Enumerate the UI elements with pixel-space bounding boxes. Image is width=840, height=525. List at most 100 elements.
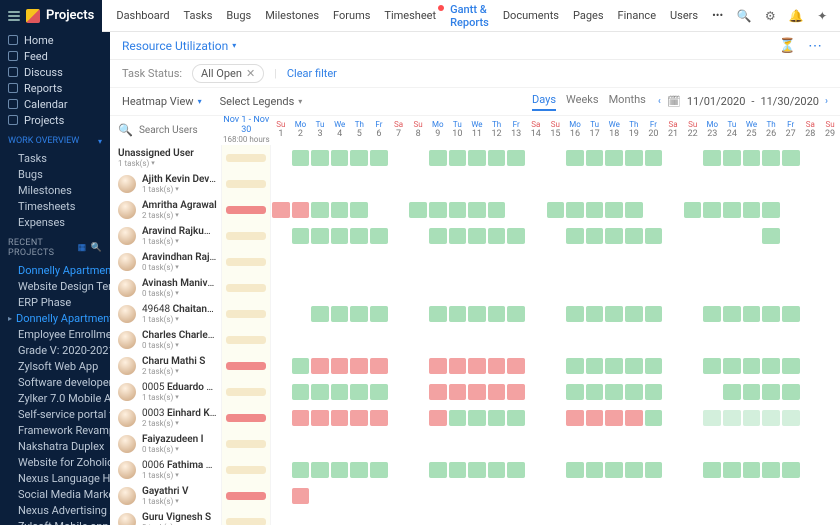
day-cell[interactable]	[663, 405, 683, 431]
day-cell[interactable]	[467, 197, 487, 223]
day-cell[interactable]	[310, 327, 330, 353]
day-cell[interactable]	[330, 457, 350, 483]
sidebar-project[interactable]: Zylker 7.0 Mobile App	[0, 390, 110, 406]
day-cell[interactable]	[487, 301, 507, 327]
day-cell[interactable]	[624, 353, 644, 379]
day-cell[interactable]	[546, 171, 566, 197]
day-cell[interactable]	[487, 145, 507, 171]
day-cell[interactable]	[644, 353, 664, 379]
day-cell[interactable]	[330, 171, 350, 197]
day-cell[interactable]	[310, 249, 330, 275]
day-cell[interactable]	[526, 327, 546, 353]
day-cell[interactable]	[546, 275, 566, 301]
day-cell[interactable]	[467, 145, 487, 171]
day-cell[interactable]	[683, 457, 703, 483]
day-cell[interactable]	[408, 171, 428, 197]
chevron-down-icon[interactable]: ▾	[175, 471, 179, 479]
day-cell[interactable]	[781, 431, 801, 457]
sidebar-project[interactable]: Social Media Marketing	[0, 486, 110, 502]
day-cell[interactable]	[801, 457, 821, 483]
menu-tasks[interactable]: Tasks	[184, 9, 213, 22]
user-cell[interactable]: Gayathri V1 task(s)▾	[110, 483, 222, 509]
day-cell[interactable]	[389, 249, 409, 275]
chevron-down-icon[interactable]: ▾	[175, 315, 179, 323]
day-cell[interactable]	[291, 197, 311, 223]
day-cell[interactable]	[271, 223, 291, 249]
user-cell[interactable]: Charles Charles St...0 task(s)▾	[110, 327, 222, 353]
day-cell[interactable]	[526, 301, 546, 327]
day-cell[interactable]	[369, 431, 389, 457]
day-cell[interactable]	[546, 249, 566, 275]
day-cell[interactable]	[506, 405, 526, 431]
day-cell[interactable]	[291, 379, 311, 405]
day-cell[interactable]	[644, 457, 664, 483]
day-cell[interactable]	[291, 483, 311, 509]
day-cell[interactable]	[291, 457, 311, 483]
day-cell[interactable]	[781, 327, 801, 353]
day-cell[interactable]	[624, 275, 644, 301]
day-cell[interactable]	[546, 431, 566, 457]
day-cell[interactable]	[565, 145, 585, 171]
day-cell[interactable]	[663, 275, 683, 301]
sidebar-project[interactable]: Employee Enrollment	[0, 326, 110, 342]
user-cell[interactable]: Charu Mathi S2 task(s)▾	[110, 353, 222, 379]
day-cell[interactable]	[683, 145, 703, 171]
day-cell[interactable]	[604, 171, 624, 197]
day-cell[interactable]	[349, 171, 369, 197]
day-cell[interactable]	[820, 223, 840, 249]
recent-grid-icon[interactable]: ▦	[78, 243, 87, 253]
day-cell[interactable]	[604, 223, 624, 249]
day-cell[interactable]	[624, 249, 644, 275]
day-cell[interactable]	[487, 249, 507, 275]
day-cell[interactable]	[722, 327, 742, 353]
day-cell[interactable]	[526, 483, 546, 509]
menu-documents[interactable]: Documents	[503, 9, 559, 22]
day-cell[interactable]	[310, 171, 330, 197]
day-cell[interactable]	[526, 223, 546, 249]
user-cell[interactable]: Aravind Rajkumar1 task(s)▾	[110, 223, 222, 249]
day-cell[interactable]	[369, 301, 389, 327]
day-cell[interactable]	[820, 275, 840, 301]
day-cell[interactable]	[585, 275, 605, 301]
day-cell[interactable]	[742, 275, 762, 301]
day-cell[interactable]	[310, 379, 330, 405]
day-cell[interactable]	[565, 353, 585, 379]
day-cell[interactable]	[487, 353, 507, 379]
day-cell[interactable]	[801, 275, 821, 301]
day-cell[interactable]	[565, 483, 585, 509]
day-cell[interactable]	[565, 431, 585, 457]
day-cell[interactable]	[820, 197, 840, 223]
day-cell[interactable]	[428, 353, 448, 379]
day-cell[interactable]	[389, 275, 409, 301]
day-cell[interactable]	[683, 483, 703, 509]
day-cell[interactable]	[506, 483, 526, 509]
range-tab-weeks[interactable]: Weeks	[566, 93, 599, 111]
chevron-down-icon[interactable]: ▾	[175, 341, 179, 349]
day-cell[interactable]	[761, 171, 781, 197]
day-cell[interactable]	[389, 431, 409, 457]
sidebar-project-donnelly[interactable]: ▸ Donnelly Apartments C	[0, 310, 110, 326]
day-cell[interactable]	[781, 483, 801, 509]
day-cell[interactable]	[369, 171, 389, 197]
day-cell[interactable]	[742, 353, 762, 379]
day-cell[interactable]	[448, 483, 468, 509]
day-cell[interactable]	[467, 483, 487, 509]
day-cell[interactable]	[389, 353, 409, 379]
day-cell[interactable]	[761, 249, 781, 275]
day-cell[interactable]	[604, 353, 624, 379]
day-cell[interactable]	[585, 171, 605, 197]
day-cell[interactable]	[683, 223, 703, 249]
day-cell[interactable]	[546, 379, 566, 405]
day-cell[interactable]	[801, 353, 821, 379]
day-cell[interactable]	[722, 171, 742, 197]
day-cell[interactable]	[761, 431, 781, 457]
task-status-chip[interactable]: All Open ✕	[192, 64, 264, 83]
day-cell[interactable]	[702, 197, 722, 223]
day-cell[interactable]	[389, 509, 409, 525]
clear-filter-link[interactable]: Clear filter	[287, 67, 337, 80]
day-cell[interactable]	[291, 171, 311, 197]
day-cell[interactable]	[271, 405, 291, 431]
day-cell[interactable]	[781, 379, 801, 405]
day-cell[interactable]	[820, 509, 840, 525]
day-cell[interactable]	[271, 301, 291, 327]
